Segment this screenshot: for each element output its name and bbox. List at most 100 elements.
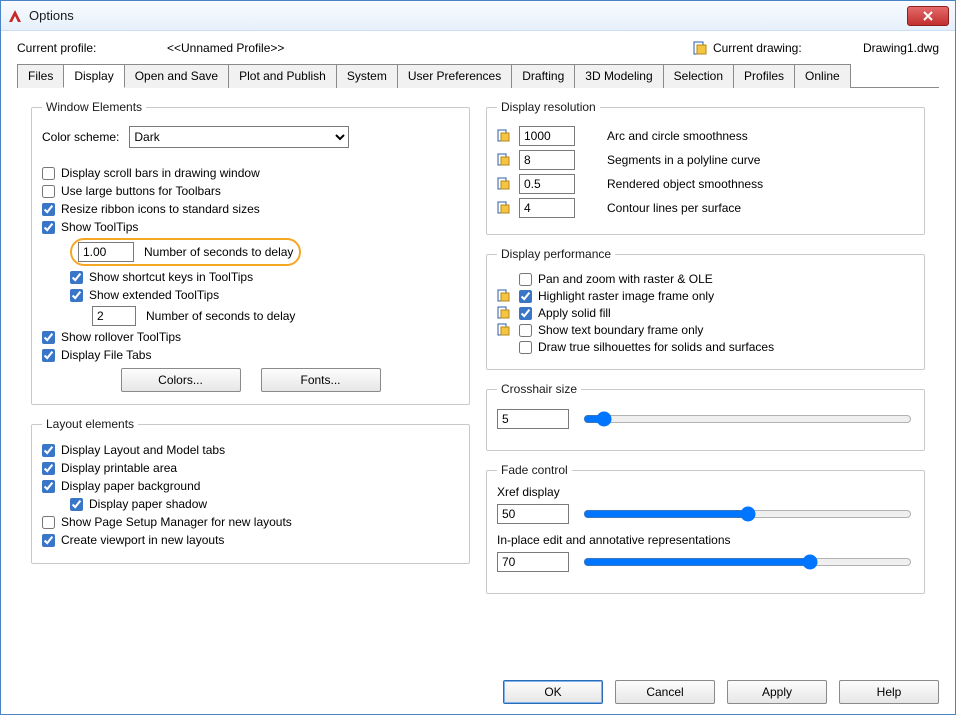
tabstrip: Files Display Open and Save Plot and Pub…	[17, 63, 939, 88]
crosshair-group: Crosshair size	[486, 382, 925, 451]
drawing-icon	[693, 41, 707, 55]
contour-label: Contour lines per surface	[607, 201, 741, 215]
profile-row: Current profile: <<Unnamed Profile>> Cur…	[17, 41, 939, 55]
options-dialog: Options Current profile: <<Unnamed Profi…	[0, 0, 956, 715]
highlight-raster-checkbox[interactable]	[519, 290, 532, 303]
tab-selection[interactable]: Selection	[663, 64, 734, 88]
segments-label: Segments in a polyline curve	[607, 153, 760, 167]
doc-icon	[497, 201, 511, 215]
paper-shadow-checkbox[interactable]	[70, 498, 83, 511]
apply-button[interactable]: Apply	[727, 680, 827, 704]
extended-delay-input[interactable]	[92, 306, 136, 326]
tab-system[interactable]: System	[336, 64, 398, 88]
dialog-footer: OK Cancel Apply Help	[503, 680, 939, 704]
page-setup-mgr-checkbox[interactable]	[42, 516, 55, 529]
crosshair-legend: Crosshair size	[497, 382, 581, 396]
tab-open-and-save[interactable]: Open and Save	[124, 64, 229, 88]
paper-background-checkbox[interactable]	[42, 480, 55, 493]
layout-model-tabs-label: Display Layout and Model tabs	[61, 443, 225, 457]
display-resolution-legend: Display resolution	[497, 100, 600, 114]
doc-icon	[497, 289, 511, 303]
color-scheme-label: Color scheme:	[42, 130, 119, 144]
close-button[interactable]	[907, 6, 949, 26]
layout-elements-legend: Layout elements	[42, 417, 138, 431]
contour-input[interactable]	[519, 198, 575, 218]
doc-icon	[497, 153, 511, 167]
doc-icon	[497, 129, 511, 143]
display-performance-legend: Display performance	[497, 247, 615, 261]
fonts-button[interactable]: Fonts...	[261, 368, 381, 392]
resize-ribbon-checkbox[interactable]	[42, 203, 55, 216]
ok-button[interactable]: OK	[503, 680, 603, 704]
tab-drafting[interactable]: Drafting	[511, 64, 575, 88]
extended-delay-label: Number of seconds to delay	[146, 309, 295, 323]
crosshair-size-slider[interactable]	[583, 410, 912, 428]
xref-display-label: Xref display	[497, 485, 914, 499]
crosshair-size-input[interactable]	[497, 409, 569, 429]
pan-zoom-label: Pan and zoom with raster & OLE	[538, 272, 713, 286]
paper-background-label: Display paper background	[61, 479, 200, 493]
file-tabs-checkbox[interactable]	[42, 349, 55, 362]
layout-model-tabs-checkbox[interactable]	[42, 444, 55, 457]
scroll-bars-label: Display scroll bars in drawing window	[61, 166, 260, 180]
help-button[interactable]: Help	[839, 680, 939, 704]
shortcut-keys-checkbox[interactable]	[70, 271, 83, 284]
text-boundary-label: Show text boundary frame only	[538, 323, 703, 337]
display-performance-group: Display performance Pan and zoom with ra…	[486, 247, 925, 370]
inplace-edit-slider[interactable]	[583, 553, 912, 571]
printable-area-checkbox[interactable]	[42, 462, 55, 475]
xref-display-input[interactable]	[497, 504, 569, 524]
tooltip-delay-highlight: Number of seconds to delay	[70, 238, 301, 266]
rollover-label: Show rollover ToolTips	[61, 330, 181, 344]
highlight-raster-label: Highlight raster image frame only	[538, 289, 714, 303]
tab-online[interactable]: Online	[794, 64, 851, 88]
window-title: Options	[29, 8, 74, 23]
tab-user-preferences[interactable]: User Preferences	[397, 64, 512, 88]
rendered-smoothness-label: Rendered object smoothness	[607, 177, 763, 191]
arc-smoothness-input[interactable]	[519, 126, 575, 146]
page-setup-mgr-label: Show Page Setup Manager for new layouts	[61, 515, 292, 529]
file-tabs-label: Display File Tabs	[61, 348, 151, 362]
tab-3d-modeling[interactable]: 3D Modeling	[574, 64, 663, 88]
extended-tooltips-checkbox[interactable]	[70, 289, 83, 302]
create-viewport-checkbox[interactable]	[42, 534, 55, 547]
scroll-bars-checkbox[interactable]	[42, 167, 55, 180]
rollover-checkbox[interactable]	[42, 331, 55, 344]
large-buttons-checkbox[interactable]	[42, 185, 55, 198]
display-resolution-group: Display resolution Arc and circle smooth…	[486, 100, 925, 235]
tab-plot-and-publish[interactable]: Plot and Publish	[228, 64, 337, 88]
fade-control-legend: Fade control	[497, 463, 572, 477]
fade-control-group: Fade control Xref display In-place edit …	[486, 463, 925, 594]
rendered-smoothness-input[interactable]	[519, 174, 575, 194]
tab-files[interactable]: Files	[17, 64, 64, 88]
pan-zoom-checkbox[interactable]	[519, 273, 532, 286]
app-logo-icon	[7, 8, 23, 24]
create-viewport-label: Create viewport in new layouts	[61, 533, 224, 547]
arc-smoothness-label: Arc and circle smoothness	[607, 129, 748, 143]
extended-tooltips-label: Show extended ToolTips	[89, 288, 219, 302]
current-drawing-label: Current drawing:	[713, 41, 863, 55]
show-tooltips-label: Show ToolTips	[61, 220, 138, 234]
show-tooltips-checkbox[interactable]	[42, 221, 55, 234]
doc-icon	[497, 306, 511, 320]
xref-display-slider[interactable]	[583, 505, 912, 523]
color-scheme-select[interactable]: Dark	[129, 126, 349, 148]
solid-fill-checkbox[interactable]	[519, 307, 532, 320]
inplace-edit-input[interactable]	[497, 552, 569, 572]
tooltip-delay-label: Number of seconds to delay	[144, 245, 293, 259]
segments-input[interactable]	[519, 150, 575, 170]
tooltip-delay-input[interactable]	[78, 242, 134, 262]
inplace-edit-label: In-place edit and annotative representat…	[497, 533, 914, 547]
silhouettes-checkbox[interactable]	[519, 341, 532, 354]
tab-display[interactable]: Display	[63, 64, 124, 88]
solid-fill-label: Apply solid fill	[538, 306, 611, 320]
current-drawing-value: Drawing1.dwg	[863, 41, 939, 55]
colors-button[interactable]: Colors...	[121, 368, 241, 392]
current-profile-value: <<Unnamed Profile>>	[167, 41, 387, 55]
text-boundary-checkbox[interactable]	[519, 324, 532, 337]
cancel-button[interactable]: Cancel	[615, 680, 715, 704]
window-elements-legend: Window Elements	[42, 100, 146, 114]
doc-icon	[497, 323, 511, 337]
titlebar: Options	[1, 1, 955, 31]
tab-profiles[interactable]: Profiles	[733, 64, 795, 88]
